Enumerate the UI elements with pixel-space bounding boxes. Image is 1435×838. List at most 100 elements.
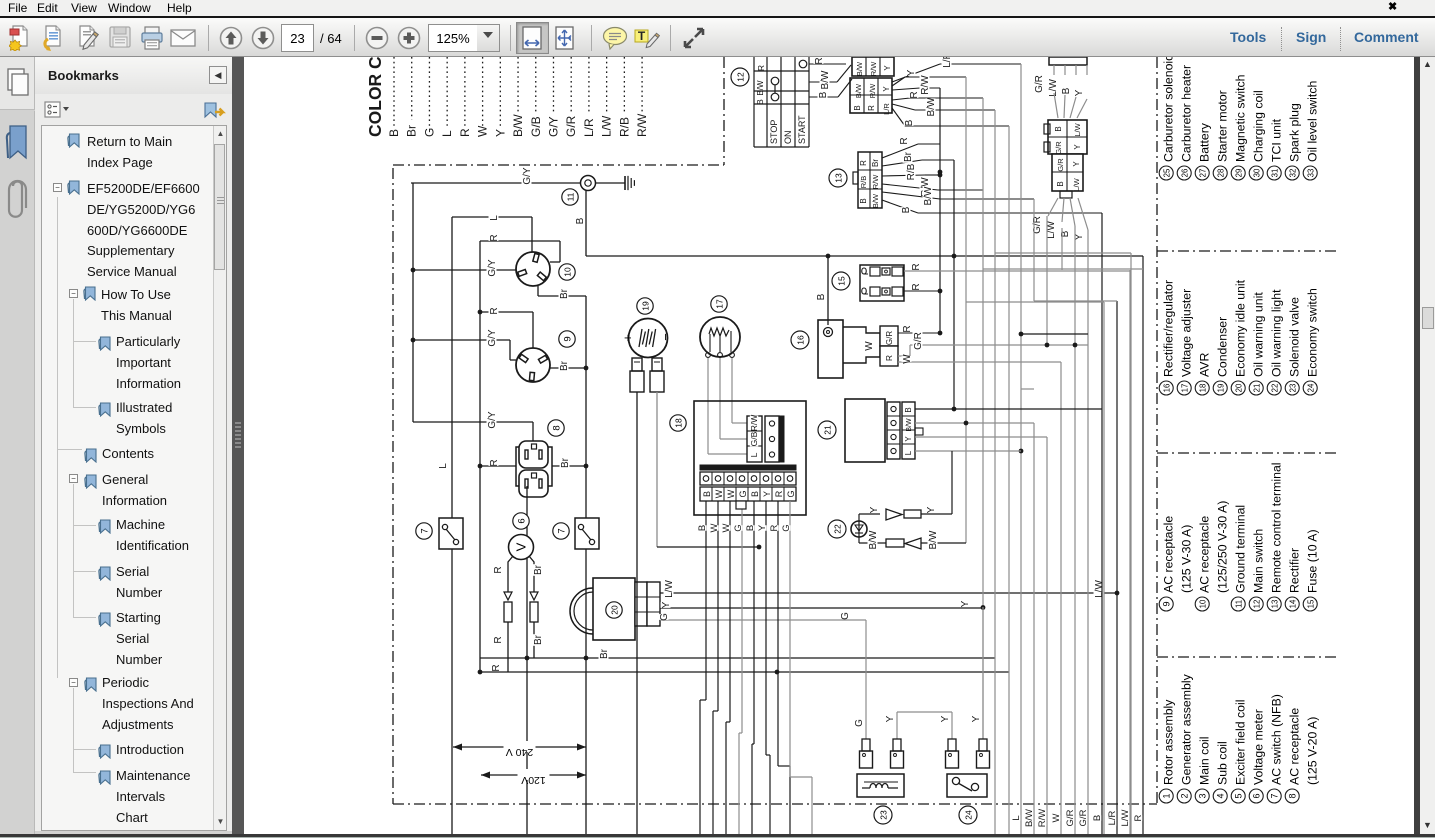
svg-text:22: 22: [832, 524, 842, 534]
svg-text:+: +: [620, 334, 635, 342]
svg-text:8: 8: [1287, 793, 1297, 798]
svg-text:G: G: [781, 524, 792, 531]
svg-text:R: R: [489, 307, 500, 314]
svg-text:G/Y: G/Y: [487, 329, 498, 347]
svg-text:18: 18: [1198, 384, 1207, 393]
svg-text:R: R: [814, 57, 825, 64]
svg-text:R: R: [493, 566, 504, 573]
svg-text:G: G: [738, 490, 748, 497]
svg-text:B/W: B/W: [906, 418, 913, 432]
svg-text:R/B: R/B: [859, 176, 868, 189]
svg-text:13: 13: [833, 173, 843, 183]
svg-text:Rectifier: Rectifier: [1288, 548, 1302, 593]
svg-text:G/R: G/R: [1065, 809, 1076, 826]
svg-text:16: 16: [1162, 384, 1171, 393]
svg-text:33: 33: [1306, 169, 1315, 178]
svg-text:R: R: [1133, 814, 1144, 821]
svg-text:31: 31: [1270, 169, 1279, 178]
svg-text:15: 15: [1306, 599, 1315, 608]
svg-text:Oil warning unit: Oil warning unit: [1252, 292, 1266, 377]
svg-text:15: 15: [836, 276, 846, 286]
svg-text:R/B: R/B: [617, 117, 631, 137]
svg-text:B: B: [859, 198, 868, 203]
svg-text:5: 5: [1233, 793, 1243, 798]
svg-text:(125/250 V-30 A): (125/250 V-30 A): [1216, 501, 1230, 593]
svg-text:T: T: [638, 29, 646, 43]
svg-text:240 V: 240 V: [506, 746, 533, 758]
svg-text:Br: Br: [559, 288, 570, 299]
svg-text:120V: 120V: [521, 774, 546, 786]
svg-text:B: B: [750, 491, 760, 497]
svg-text:R: R: [899, 137, 910, 144]
svg-text:(125 V-20 A): (125 V-20 A): [1306, 717, 1320, 785]
svg-text:R: R: [769, 524, 780, 531]
svg-text:R: R: [458, 128, 472, 137]
svg-text:B: B: [901, 206, 912, 213]
svg-text:L/R: L/R: [942, 57, 953, 68]
svg-text:B/W: B/W: [871, 193, 880, 208]
svg-text:25: 25: [1162, 168, 1171, 177]
svg-text:Br: Br: [599, 648, 610, 659]
svg-text:Y: Y: [960, 600, 971, 607]
svg-text:Main coil: Main coil: [1198, 736, 1212, 785]
svg-text:6: 6: [516, 518, 527, 523]
svg-text:17: 17: [714, 299, 724, 309]
svg-text:L/W: L/W: [1094, 580, 1105, 598]
svg-text:B: B: [575, 217, 586, 224]
svg-text:4: 4: [1215, 793, 1225, 798]
svg-text:Carburetor heater: Carburetor heater: [1180, 65, 1194, 162]
svg-text:L/W: L/W: [1073, 122, 1082, 136]
svg-text:24: 24: [963, 810, 973, 820]
svg-text:V: V: [514, 542, 529, 551]
svg-text:W: W: [721, 523, 732, 532]
svg-text:Starter motor: Starter motor: [1216, 90, 1230, 162]
svg-text:Y: Y: [906, 69, 917, 76]
svg-text:B: B: [904, 407, 913, 412]
svg-text:R: R: [491, 664, 502, 671]
svg-text:9: 9: [1161, 601, 1171, 606]
svg-text:B/W: B/W: [923, 186, 934, 205]
svg-text:Br: Br: [871, 159, 880, 167]
svg-text:B/W: B/W: [926, 97, 937, 116]
svg-text:R: R: [756, 65, 766, 71]
svg-text:W: W: [726, 489, 736, 498]
svg-text:10: 10: [1198, 599, 1207, 608]
svg-text:R: R: [774, 490, 784, 497]
svg-text:COLOR CO: COLOR CO: [365, 57, 385, 137]
svg-text:Y: Y: [883, 65, 892, 71]
svg-text:B/W: B/W: [854, 83, 863, 98]
svg-text:30: 30: [1252, 168, 1261, 177]
svg-text:Rectifier/regulator: Rectifier/regulator: [1162, 280, 1176, 377]
svg-text:21: 21: [1252, 384, 1261, 393]
svg-text:G/Y: G/Y: [522, 167, 533, 185]
svg-text:W: W: [714, 489, 724, 498]
svg-text:1: 1: [1161, 793, 1171, 798]
svg-text:L/R: L/R: [882, 103, 891, 115]
svg-text:R/W: R/W: [869, 61, 878, 77]
svg-text:B: B: [702, 491, 712, 497]
svg-text:R: R: [911, 263, 922, 270]
svg-text:R/W: R/W: [868, 83, 877, 99]
svg-text:27: 27: [1198, 169, 1207, 178]
svg-text:Magnetic switch: Magnetic switch: [1234, 74, 1248, 162]
svg-text:B: B: [818, 91, 829, 98]
svg-text:R: R: [884, 355, 894, 361]
svg-text:Carburetor solenoid: Carburetor solenoid: [1162, 57, 1176, 162]
svg-text:Sub coil: Sub coil: [1216, 741, 1230, 785]
svg-text:G/B: G/B: [749, 431, 759, 446]
svg-text:W: W: [864, 341, 875, 351]
svg-text:B: B: [745, 525, 756, 531]
svg-text:16: 16: [795, 335, 805, 345]
svg-text:Y: Y: [757, 524, 768, 531]
svg-text:AVR: AVR: [1198, 353, 1212, 377]
svg-text:AC receptacle: AC receptacle: [1288, 708, 1302, 785]
svg-text:Y: Y: [971, 715, 982, 722]
svg-text:START: START: [797, 115, 807, 144]
svg-text:L: L: [1011, 815, 1022, 820]
svg-text:Oil warning light: Oil warning light: [1270, 289, 1284, 377]
svg-text:B/W: B/W: [855, 61, 864, 76]
svg-text:20: 20: [1234, 383, 1243, 392]
svg-text:L/W: L/W: [1072, 177, 1081, 191]
svg-text:Fuse (10 A): Fuse (10 A): [1306, 529, 1320, 593]
svg-text:G: G: [840, 612, 851, 620]
